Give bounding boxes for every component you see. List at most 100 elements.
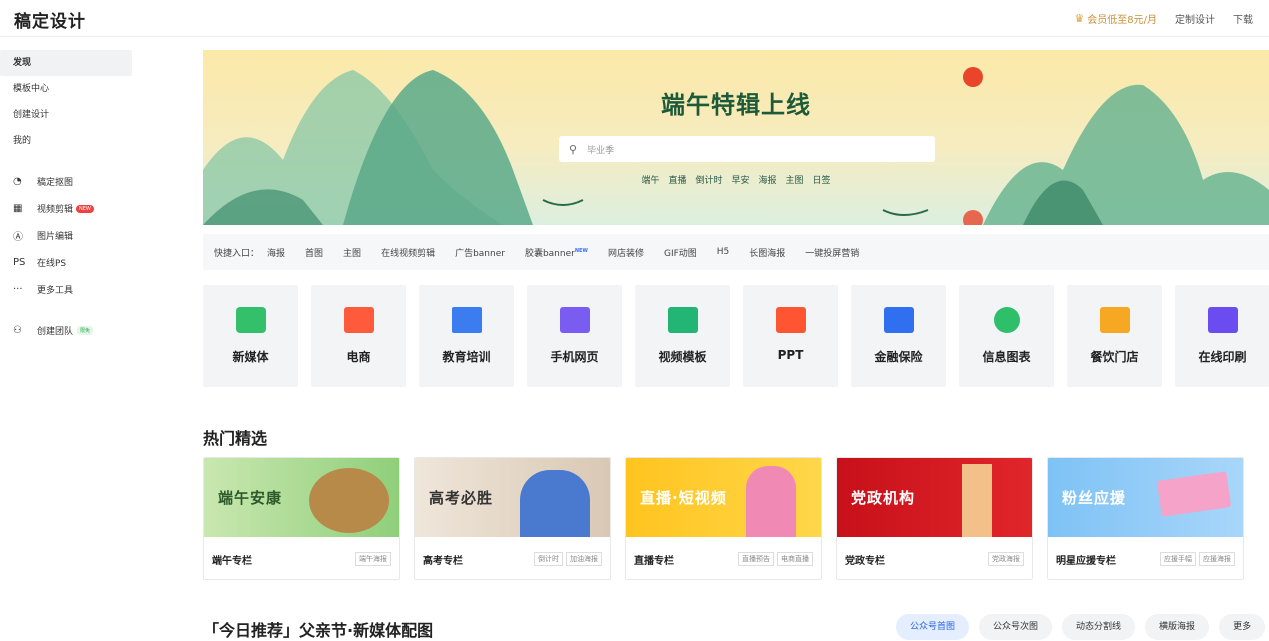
recommend-title: 「今日推荐」父亲节·新媒体配图: [203, 621, 434, 640]
hot-card-live[interactable]: 直播·短视频 直播专栏 直播预告 电商直播: [625, 457, 822, 580]
banner-tag[interactable]: 早安: [731, 173, 749, 186]
sidebar-item-mine[interactable]: 我的: [0, 128, 132, 154]
hot-card-gaokao[interactable]: 高考必胜 高考专栏 倒计时 加油海报: [414, 457, 611, 580]
ppt-icon: [776, 307, 806, 333]
card-tag[interactable]: 加油海报: [566, 552, 602, 566]
vip-link[interactable]: ♛ 会员低至8元/月: [1074, 11, 1157, 26]
card-image-text: 高考必胜: [429, 489, 494, 507]
sidebar-tool-more[interactable]: ··· 更多工具: [0, 276, 132, 303]
sidebar-create-team[interactable]: ⚇ 创建团队 限免: [0, 317, 132, 344]
category-infographic[interactable]: 信息图表: [959, 285, 1054, 387]
zongzi-illustration: [309, 468, 389, 533]
tab-wechat-secondary[interactable]: 公众号次图: [979, 614, 1053, 640]
category-label: 电商: [346, 350, 371, 364]
pie-chart-icon: [994, 307, 1020, 333]
more-icon: ···: [13, 284, 23, 295]
ps-icon: PS: [13, 257, 26, 268]
tab-wechat-cover[interactable]: 公众号首图: [896, 614, 970, 640]
sidebar-item-discover[interactable]: 发现: [0, 50, 132, 76]
card-tag[interactable]: 应援海报: [1199, 552, 1235, 566]
card-tag[interactable]: 倒计时: [534, 552, 563, 566]
hot-section-title: 热门精选: [203, 429, 268, 448]
banner-tag[interactable]: 端午: [641, 173, 659, 186]
card-tag[interactable]: 直播预告: [738, 552, 774, 566]
card-image: 直播·短视频: [626, 458, 821, 537]
category-education[interactable]: 教育培训: [419, 285, 514, 387]
tab-more[interactable]: 更多: [1219, 614, 1266, 640]
top-right-links: ♛ 会员低至8元/月 定制设计 下载: [1074, 11, 1253, 26]
card-tag[interactable]: 电商直播: [777, 552, 813, 566]
quick-link[interactable]: 网店装修: [608, 246, 644, 259]
card-footer: 高考专栏 倒计时 加油海报: [415, 537, 610, 579]
quick-link[interactable]: 在线视频剪辑: [381, 246, 435, 259]
sidebar-tool-cutout[interactable]: ◔ 稿定抠图: [0, 168, 132, 195]
sidebar-item-create[interactable]: 创建设计: [0, 102, 132, 128]
tab-landscape-poster[interactable]: 横版海报: [1145, 614, 1210, 640]
quick-link[interactable]: 长图海报: [749, 246, 785, 259]
card-image-text: 直播·短视频: [640, 489, 727, 507]
category-restaurant[interactable]: 餐饮门店: [1067, 285, 1162, 387]
banner-tag[interactable]: 海报: [759, 173, 777, 186]
banner-tag[interactable]: 倒计时: [695, 173, 722, 186]
tab-divider[interactable]: 动态分割线: [1062, 614, 1136, 640]
category-new-media[interactable]: 新媒体: [203, 285, 298, 387]
category-label: PPT: [777, 348, 804, 362]
quick-link[interactable]: 广告banner: [455, 246, 505, 259]
card-title: 高考专栏: [423, 555, 463, 567]
banner-tags: 端午 直播 倒计时 早安 海报 主图 日签: [203, 173, 1269, 186]
category-printing[interactable]: 在线印刷: [1175, 285, 1269, 387]
shopping-bag-icon: [344, 307, 374, 333]
quick-link-capsule[interactable]: 胶囊bannerNEW: [525, 246, 588, 259]
card-image: 端午安康: [204, 458, 399, 537]
print-icon: [1208, 307, 1238, 333]
quick-link[interactable]: 首图: [305, 246, 323, 259]
quick-link[interactable]: 海报: [267, 246, 285, 259]
hot-card-duanwu[interactable]: 端午安康 端午专栏 端午海报: [203, 457, 400, 580]
card-tag[interactable]: 应援手幅: [1160, 552, 1196, 566]
card-tag[interactable]: 端午海报: [355, 552, 391, 566]
card-tag[interactable]: 党政海报: [988, 552, 1024, 566]
search-placeholder: 毕业季: [587, 145, 615, 156]
category-label: 餐饮门店: [1090, 350, 1139, 364]
student-illustration: [520, 470, 590, 537]
card-title: 直播专栏: [634, 555, 674, 567]
banner-tag[interactable]: 日签: [813, 173, 831, 186]
hot-card-party[interactable]: 党政机构 党政专栏 党政海报: [836, 457, 1033, 580]
download-link[interactable]: 下载: [1233, 11, 1253, 26]
tool-label: 视频剪辑: [37, 205, 74, 215]
category-ecommerce[interactable]: 电商: [311, 285, 406, 387]
card-image: 粉丝应援: [1048, 458, 1243, 537]
hot-card-fans[interactable]: 粉丝应援 明星应援专栏 应援手幅 应援海报: [1047, 457, 1244, 580]
quick-link[interactable]: GIF动图: [664, 246, 697, 259]
quick-link[interactable]: H5: [717, 247, 730, 257]
play-icon: [668, 307, 698, 333]
banner[interactable]: 端午特辑上线 ⚲ 毕业季 端午 直播 倒计时 早安 海报 主图 日签: [203, 50, 1269, 225]
card-footer: 直播专栏 直播预告 电商直播: [626, 537, 821, 579]
card-image: 党政机构: [837, 458, 1032, 537]
category-label: 在线印刷: [1198, 350, 1247, 364]
host-illustration: [746, 466, 796, 537]
card-footer: 党政专栏 党政海报: [837, 537, 1032, 579]
idol-sign-illustration: [1156, 471, 1232, 517]
logo[interactable]: 稿定设计: [14, 7, 86, 32]
search-input[interactable]: ⚲ 毕业季: [559, 136, 935, 162]
quick-link[interactable]: 主图: [343, 246, 361, 259]
category-label: 信息图表: [982, 350, 1031, 364]
banner-tag[interactable]: 直播: [668, 173, 686, 186]
card-image: 高考必胜: [415, 458, 610, 537]
banner-tag[interactable]: 主图: [786, 173, 804, 186]
sidebar-item-templates[interactable]: 模板中心: [0, 76, 132, 102]
category-mobile-web[interactable]: 手机网页: [527, 285, 622, 387]
category-finance[interactable]: 金融保险: [851, 285, 946, 387]
category-ppt[interactable]: PPT: [743, 285, 838, 387]
tool-label: 稿定抠图: [37, 178, 74, 188]
quick-link[interactable]: 一键投屏营销: [805, 246, 859, 259]
search-icon: ⚲: [569, 142, 578, 156]
card-icon: [884, 307, 914, 333]
category-video[interactable]: 视频模板: [635, 285, 730, 387]
custom-design-link[interactable]: 定制设计: [1175, 11, 1215, 26]
sidebar-tool-ps[interactable]: PS 在线PS: [0, 249, 132, 276]
sidebar-tool-video[interactable]: ▦ 视频剪辑 NEW: [0, 195, 132, 222]
sidebar-tool-image-edit[interactable]: Ⓐ 图片编辑: [0, 222, 132, 249]
quick-label: 快捷入口：: [214, 248, 260, 259]
